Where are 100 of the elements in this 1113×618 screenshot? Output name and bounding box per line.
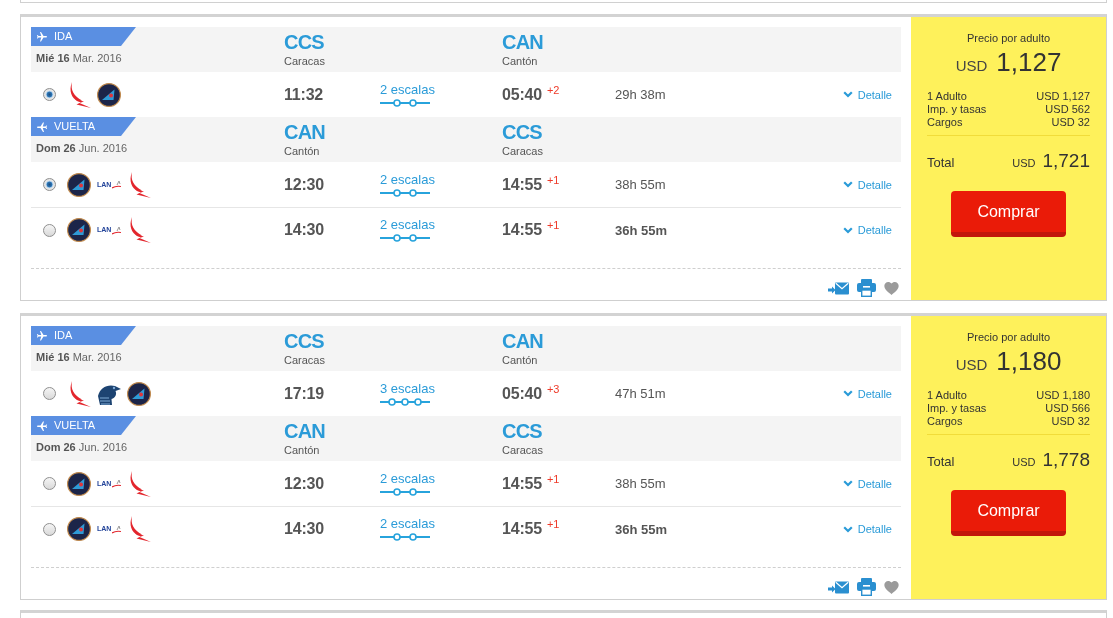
chevron-down-icon [842,390,853,397]
segment-label: VUELTA [54,120,96,133]
city-name: Cantón [284,444,321,457]
stops-line-icon [380,397,430,406]
stops-link[interactable]: 2 escalas [380,218,435,232]
arrival-time: 05:40 [502,84,542,105]
flight-duration: 38h 55m [615,476,667,491]
radio-button[interactable] [43,178,56,191]
stops-link[interactable]: 2 escalas [380,471,435,486]
fee-value: USD 32 [1051,116,1090,129]
stops-line-icon [380,188,430,197]
stops-link[interactable]: 3 escalas [380,381,435,396]
total-currency: USD [1012,455,1036,470]
city-name: Cantón [502,55,539,68]
plane-icon [36,120,48,133]
city-name: Cantón [502,354,539,367]
stops-link[interactable]: 2 escalas [380,172,435,187]
price-amount: 1,180 [996,345,1062,377]
total-amount: 1,721 [1042,149,1090,173]
chevron-down-icon [842,480,853,487]
airport-code: CCS [502,122,543,143]
flight-duration: 36h 55m [615,521,669,537]
airport-code: CAN [284,421,326,442]
price-amount: 1,127 [996,46,1062,78]
price-currency: USD [955,56,988,76]
radio-button[interactable] [43,223,56,237]
chevron-down-icon [842,181,853,188]
day-offset: +3 [546,383,560,395]
flight-duration: 47h 51m [615,386,667,401]
airport-code: CAN [284,122,326,143]
detail-link[interactable]: Detalle [842,88,892,101]
total-label: Total [927,453,956,471]
airport-code: CCS [284,32,325,53]
stops-line-icon [380,487,430,496]
flight-date: Mié 16 Mar. 2016 [36,351,123,364]
fee-label: 1 Adulto [927,389,967,402]
tail-logo-icon [97,82,121,107]
tail-logo-icon [67,517,91,541]
flight-date: Dom 26 Jun. 2016 [36,441,129,454]
printer-icon[interactable] [857,578,876,596]
plane-icon [36,419,48,432]
radio-button[interactable] [43,477,56,490]
envelope-icon[interactable] [828,281,849,295]
stops-line-icon [380,98,430,107]
heart-icon[interactable] [884,580,899,594]
heart-icon[interactable] [884,281,899,295]
city-name: Caracas [502,444,544,457]
price-currency: USD [955,355,988,375]
airport-code: CCS [284,331,325,352]
detail-link[interactable]: Detalle [842,477,892,490]
departure-time: 12:30 [284,174,325,195]
fee-label: 1 Adulto [927,90,967,103]
fee-label: Cargos [927,415,963,428]
radio-button[interactable] [43,522,56,536]
fee-value: USD 1,180 [1036,389,1090,402]
swoosh-icon [112,479,122,488]
airport-code: CAN [502,331,544,352]
flight-duration: 36h 55m [615,222,669,238]
radio-button[interactable] [43,88,56,101]
buy-button[interactable]: Comprar [951,191,1066,237]
flight-date: Dom 26 Jun. 2016 [36,142,129,155]
tail-logo-icon [67,172,91,197]
tail-logo-icon [67,471,91,496]
plane-icon [36,329,48,342]
airport-code: CAN [502,32,544,53]
detail-link[interactable]: Detalle [842,178,892,191]
fee-value: USD 566 [1045,402,1090,415]
buy-button[interactable]: Comprar [951,490,1066,536]
stops-link[interactable]: 2 escalas [380,82,435,97]
day-offset: +1 [546,220,560,231]
city-name: Caracas [284,55,326,68]
city-name: Caracas [284,354,326,367]
radio-button[interactable] [43,387,56,400]
swoosh-icon [112,180,122,189]
plane-icon [36,30,48,43]
price-caption: Precio por adulto [965,330,1052,344]
total-label: Total [927,154,956,172]
fee-label: Imp. y tasas [927,103,987,116]
segment-label: IDA [54,30,73,43]
envelope-icon[interactable] [828,580,849,594]
departure-time: 11:32 [284,84,325,105]
stops-line-icon [380,234,430,242]
flight-date: Mié 16 Mar. 2016 [36,52,123,65]
day-offset: +2 [546,84,560,96]
departure-time: 12:30 [284,473,325,494]
airport-code: CCS [502,421,543,442]
detail-link[interactable]: Detalle [842,224,892,236]
departure-time: 14:30 [284,220,325,240]
departure-time: 14:30 [284,519,325,539]
detail-link[interactable]: Detalle [842,387,892,400]
total-amount: 1,778 [1042,448,1090,472]
arrival-time: 14:55 [502,220,542,240]
arrival-time: 14:55 [502,174,542,195]
swoosh-icon [112,524,122,534]
printer-icon[interactable] [857,279,876,297]
flight-duration: 38h 55m [615,177,667,192]
stops-link[interactable]: 2 escalas [380,517,435,531]
detail-link[interactable]: Detalle [842,523,892,535]
chevron-down-icon [842,91,853,98]
segment-label: VUELTA [54,419,96,432]
